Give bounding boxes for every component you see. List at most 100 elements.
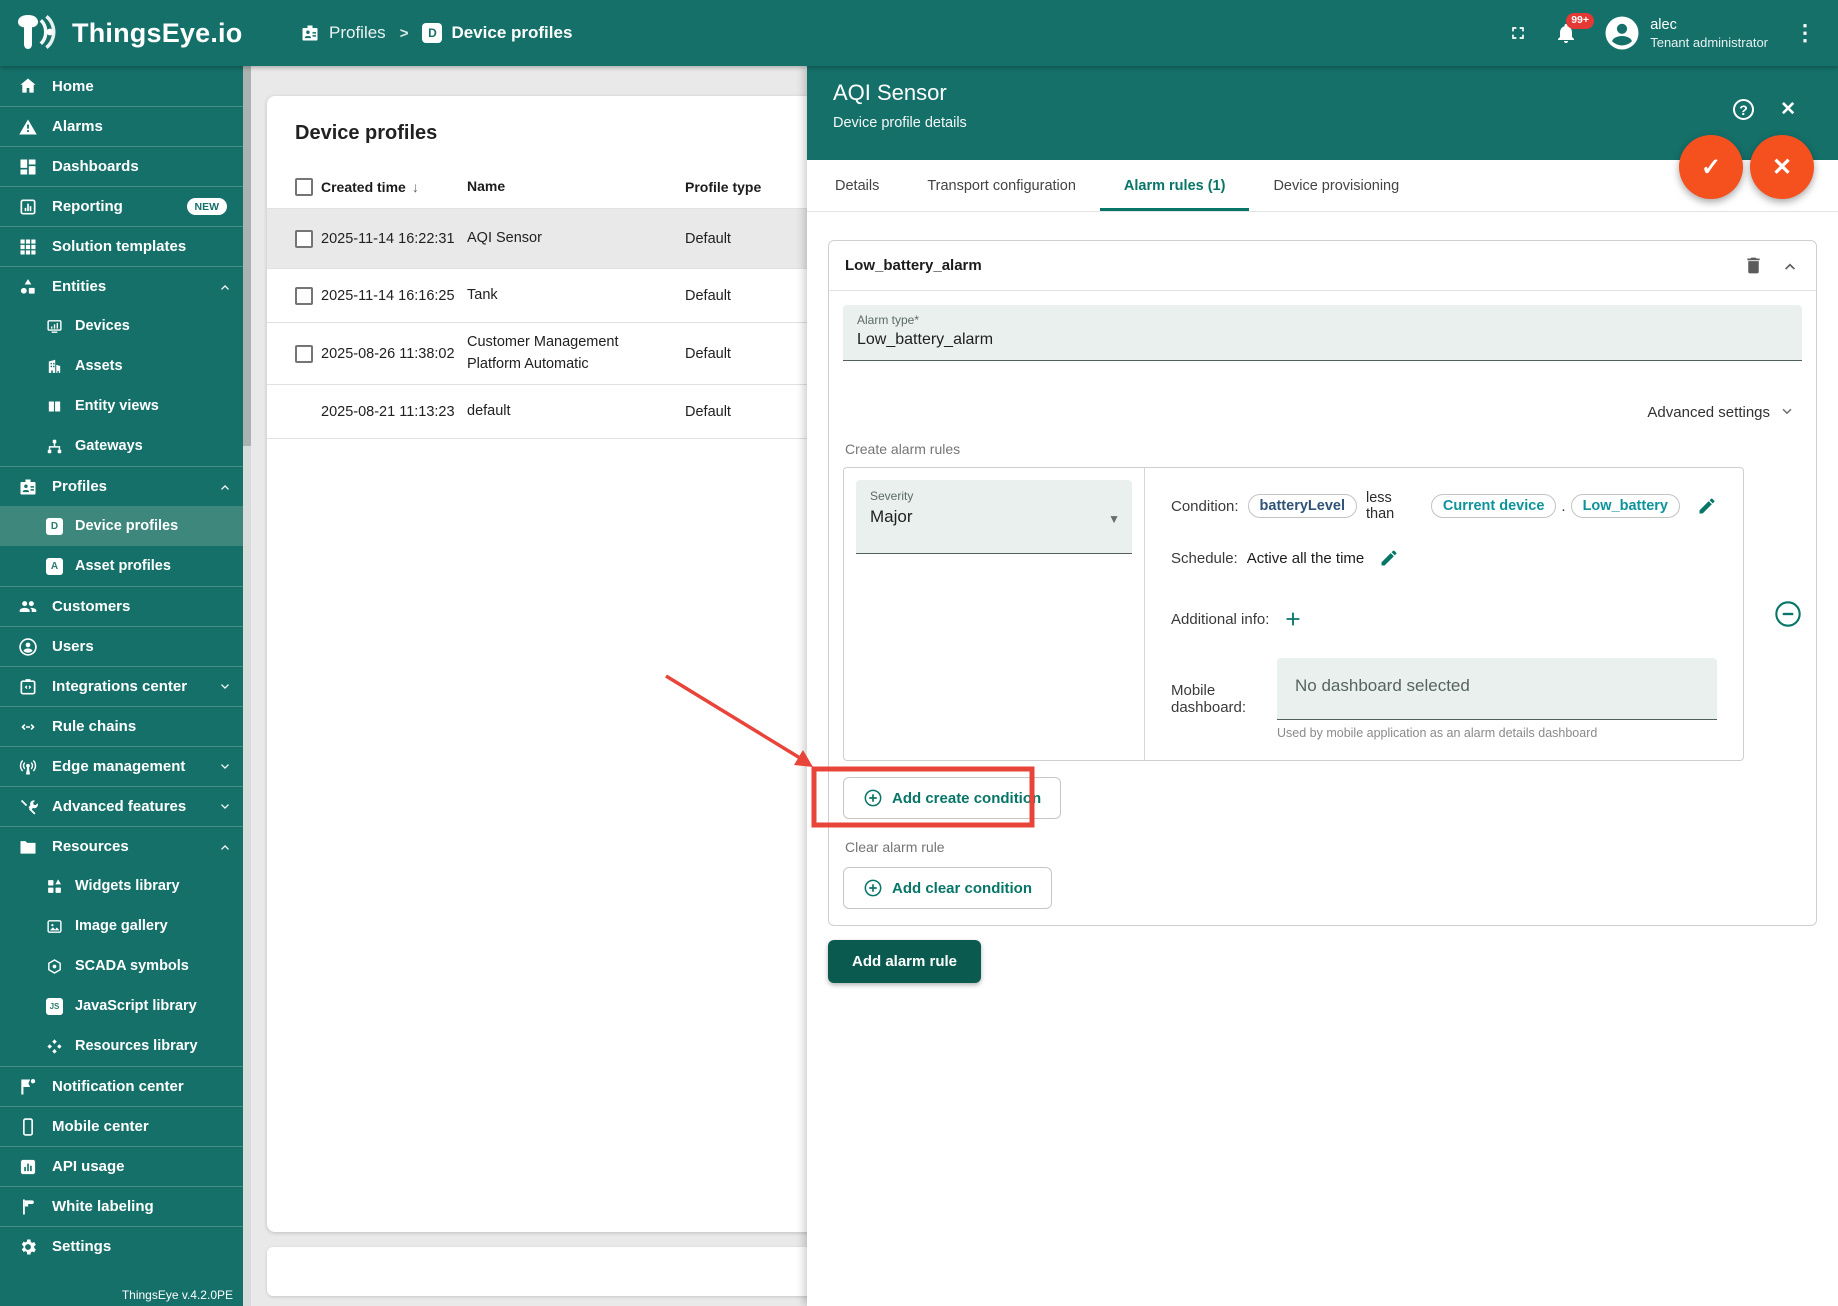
asset-profiles-icon: A (46, 558, 63, 575)
sidebar-item-entity-views[interactable]: Entity views (0, 386, 243, 426)
condition-key-chip[interactable]: batteryLevel (1248, 494, 1357, 518)
apply-changes-fab[interactable]: ✓ (1679, 135, 1743, 199)
alarm-rule-card: Low_battery_alarm Alarm type* Low_batter… (828, 240, 1817, 926)
sidebar-item-devices[interactable]: Devices (0, 306, 243, 346)
scrollbar-thumb[interactable] (243, 66, 251, 446)
sidebar-item-advanced-features[interactable]: Advanced features (0, 786, 243, 826)
sidebar-item-api-usage[interactable]: API usage (0, 1146, 243, 1186)
sidebar-scrollbar[interactable] (243, 66, 251, 1306)
table-row[interactable]: 2025-08-26 11:38:02 Customer Management … (267, 323, 847, 385)
table-row[interactable]: 2025-11-14 16:16:25 Tank Default (267, 269, 847, 323)
sidebar-item-edge-management[interactable]: Edge management (0, 746, 243, 786)
panel-title: AQI Sensor (833, 80, 1812, 106)
sidebar-item-reporting[interactable]: Reporting NEW (0, 186, 243, 226)
alarm-type-label: Alarm type* (857, 313, 1788, 327)
sidebar-item-dashboards[interactable]: Dashboards (0, 146, 243, 186)
sidebar-item-home[interactable]: Home (0, 66, 243, 106)
sidebar-item-scada-symbols[interactable]: SCADA symbols (0, 946, 243, 986)
user-menu[interactable]: alec Tenant administrator (1604, 15, 1768, 51)
plus-circle-icon (863, 878, 883, 898)
entity-views-icon (46, 398, 63, 415)
table-row[interactable]: 2025-08-21 11:13:23 default Default (267, 385, 847, 439)
sidebar-item-resources[interactable]: Resources (0, 826, 243, 866)
select-all-checkbox[interactable] (295, 178, 313, 196)
schedule-value: Active all the time (1247, 550, 1365, 567)
rule-chains-icon (18, 717, 38, 737)
device-profiles-icon: D (46, 518, 63, 535)
sidebar-item-resources-library[interactable]: Resources library (0, 1026, 243, 1066)
sidebar-item-gateways[interactable]: Gateways (0, 426, 243, 466)
more-menu-button[interactable]: ⋮ (1794, 20, 1816, 46)
fullscreen-button[interactable] (1508, 23, 1528, 43)
sidebar-item-device-profiles[interactable]: D Device profiles (0, 506, 243, 546)
sidebar-item-image-gallery[interactable]: Image gallery (0, 906, 243, 946)
sidebar-item-solution-templates[interactable]: Solution templates (0, 226, 243, 266)
breadcrumb-profiles[interactable]: Profiles (300, 23, 386, 43)
condition-entity-chip[interactable]: Current device (1431, 494, 1557, 518)
remove-condition-button[interactable] (1774, 600, 1802, 628)
breadcrumb-device-profiles[interactable]: D Device profiles (422, 23, 572, 43)
condition-value-chip[interactable]: Low_battery (1571, 494, 1680, 518)
sidebar-item-integrations-center[interactable]: Integrations center (0, 666, 243, 706)
javascript-icon: JS (46, 998, 63, 1015)
discard-changes-fab[interactable]: ✕ (1750, 135, 1814, 199)
edit-condition-button[interactable] (1697, 496, 1717, 516)
advanced-settings-toggle[interactable]: Advanced settings (843, 403, 1802, 421)
mobile-dashboard-label: Mobile dashboard: (1171, 682, 1262, 716)
settings-gear-icon (18, 1237, 38, 1257)
sidebar-item-users[interactable]: Users (0, 626, 243, 666)
reporting-icon (18, 197, 38, 217)
sidebar-item-notification-center[interactable]: Notification center (0, 1066, 243, 1106)
delete-alarm-rule-button[interactable] (1743, 255, 1764, 276)
close-icon[interactable]: ✕ (1780, 98, 1796, 121)
home-icon (18, 76, 38, 96)
top-bar: ThingsEye.io Profiles > D Device profile… (0, 0, 1838, 66)
alarm-type-field[interactable]: Alarm type* Low_battery_alarm (843, 305, 1802, 361)
new-badge: NEW (187, 198, 228, 215)
tab-details[interactable]: Details (811, 160, 903, 211)
collapse-alarm-rule-button[interactable] (1780, 256, 1800, 276)
trash-icon (1743, 255, 1764, 276)
notifications-button[interactable]: 99+ (1554, 21, 1578, 45)
edit-schedule-button[interactable] (1379, 548, 1399, 568)
help-icon[interactable]: ? (1733, 99, 1754, 120)
table-title: Device profiles (267, 96, 847, 165)
column-created-time[interactable]: Created time↓ (321, 179, 467, 195)
tab-transport-configuration[interactable]: Transport configuration (903, 160, 1100, 211)
sidebar-item-asset-profiles[interactable]: A Asset profiles (0, 546, 243, 586)
row-checkbox[interactable] (295, 287, 313, 305)
sidebar-item-entities[interactable]: Entities (0, 266, 243, 306)
sort-descending-icon: ↓ (412, 179, 419, 195)
sidebar-item-settings[interactable]: Settings (0, 1226, 243, 1266)
add-create-condition-button[interactable]: Add create condition (843, 777, 1061, 819)
chevron-up-icon (217, 839, 233, 855)
sidebar-item-profiles[interactable]: Profiles (0, 466, 243, 506)
column-name[interactable]: Name (467, 176, 685, 196)
breadcrumb-separator: > (400, 25, 409, 42)
mobile-dashboard-select[interactable]: No dashboard selected (1277, 658, 1717, 720)
row-checkbox[interactable] (295, 345, 313, 363)
sidebar-item-assets[interactable]: Assets (0, 346, 243, 386)
sidebar-item-alarms[interactable]: Alarms (0, 106, 243, 146)
sidebar-item-javascript-library[interactable]: JS JavaScript library (0, 986, 243, 1026)
chevron-down-icon (217, 679, 233, 695)
sidebar-item-mobile-center[interactable]: Mobile center (0, 1106, 243, 1146)
tab-alarm-rules[interactable]: Alarm rules (1) (1100, 160, 1250, 211)
sidebar-item-rule-chains[interactable]: Rule chains (0, 706, 243, 746)
sidebar-item-widgets-library[interactable]: Widgets library (0, 866, 243, 906)
device-profiles-table-card: Device profiles Created time↓ Name Profi… (267, 96, 847, 1232)
profiles-icon (18, 477, 38, 497)
add-additional-info-button[interactable] (1282, 608, 1304, 630)
additional-info-row: Additional info: (1171, 608, 1717, 630)
table-row[interactable]: 2025-11-14 16:22:31 AQI Sensor Default (267, 209, 847, 269)
alarm-warning-icon (18, 117, 38, 137)
sidebar-item-white-labeling[interactable]: White labeling (0, 1186, 243, 1226)
dashboards-icon (18, 157, 38, 177)
add-clear-condition-button[interactable]: Add clear condition (843, 867, 1052, 909)
add-alarm-rule-button[interactable]: Add alarm rule (828, 940, 981, 983)
app-logo[interactable]: ThingsEye.io (0, 13, 250, 53)
row-checkbox[interactable] (295, 230, 313, 248)
tab-device-provisioning[interactable]: Device provisioning (1249, 160, 1423, 211)
severity-select[interactable]: Severity Major ▼ (856, 480, 1132, 554)
sidebar-item-customers[interactable]: Customers (0, 586, 243, 626)
